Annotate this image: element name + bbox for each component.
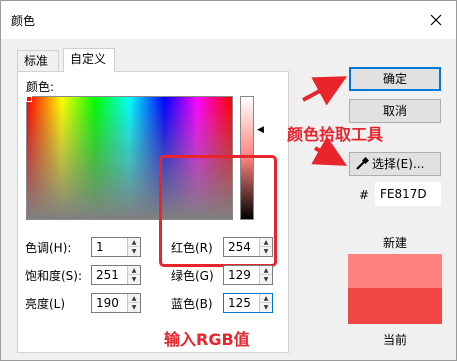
title-bar: 颜色: [1, 1, 456, 39]
color-dialog: 颜色 标准 自定义 颜色: ◀ 色调(H): 1 ▲ ▼ 饱和度(S): 251…: [0, 0, 457, 361]
select-button-label: 选择(E)...: [372, 157, 425, 171]
green-input[interactable]: 129 ▲ ▼: [223, 265, 273, 285]
spin-up-icon[interactable]: ▲: [260, 294, 272, 303]
spin-up-icon[interactable]: ▲: [128, 238, 140, 247]
luminance-spinner[interactable]: ▲ ▼: [127, 294, 140, 312]
hex-prefix: #: [359, 188, 370, 202]
new-color-swatch: [348, 254, 442, 288]
saturation-value: 251: [96, 268, 119, 282]
saturation-label: 饱和度(S):: [25, 269, 83, 283]
spectrum-crosshair[interactable]: [26, 96, 32, 102]
hue-value: 1: [96, 240, 104, 254]
hex-value: FE817D: [380, 187, 427, 201]
red-label: 红色(R): [171, 241, 213, 255]
blue-input[interactable]: 125 ▲ ▼: [223, 293, 273, 313]
current-color-label: 当前: [383, 333, 408, 347]
rgb-input-annotation: 输入RGB值: [164, 330, 250, 349]
select-color-button[interactable]: 选择(E)...: [349, 152, 441, 176]
picker-tool-annotation: 颜色拾取工具: [287, 125, 384, 144]
tab-custom[interactable]: 自定义: [63, 48, 115, 72]
eyedropper-icon: [356, 157, 369, 170]
spin-down-icon[interactable]: ▼: [260, 275, 272, 284]
spin-up-icon[interactable]: ▲: [260, 266, 272, 275]
ok-button[interactable]: 确定: [349, 67, 441, 91]
spin-down-icon[interactable]: ▼: [260, 247, 272, 256]
spin-down-icon[interactable]: ▼: [128, 247, 140, 256]
spin-down-icon[interactable]: ▼: [260, 303, 272, 312]
tab-standard[interactable]: 标准: [17, 50, 59, 72]
slider-arrow-icon[interactable]: ◀: [257, 125, 264, 135]
hue-label: 色调(H):: [25, 241, 72, 255]
hex-input[interactable]: FE817D: [375, 182, 441, 206]
spin-up-icon[interactable]: ▲: [128, 266, 140, 275]
blue-value: 125: [228, 296, 251, 310]
green-label: 绿色(G): [171, 269, 214, 283]
luminance-value: 190: [96, 296, 119, 310]
cancel-button[interactable]: 取消: [349, 99, 441, 123]
hue-input[interactable]: 1 ▲ ▼: [91, 237, 141, 257]
close-icon: [430, 14, 442, 26]
new-color-label: 新建: [383, 236, 408, 250]
luminance-input[interactable]: 190 ▲ ▼: [91, 293, 141, 313]
saturation-input[interactable]: 251 ▲ ▼: [91, 265, 141, 285]
red-value: 254: [228, 240, 251, 254]
window-title: 颜色: [11, 14, 36, 28]
current-color-swatch: [348, 288, 442, 324]
red-spinner[interactable]: ▲ ▼: [259, 238, 272, 256]
saturation-spinner[interactable]: ▲ ▼: [127, 266, 140, 284]
spin-down-icon[interactable]: ▼: [128, 303, 140, 312]
close-button[interactable]: [421, 7, 451, 33]
red-input[interactable]: 254 ▲ ▼: [223, 237, 273, 257]
spin-down-icon[interactable]: ▼: [128, 275, 140, 284]
blue-spinner[interactable]: ▲ ▼: [259, 294, 272, 312]
green-value: 129: [228, 268, 251, 282]
spin-up-icon[interactable]: ▲: [128, 294, 140, 303]
luminance-label: 亮度(L): [25, 297, 66, 311]
color-label: 颜色:: [26, 80, 55, 94]
blue-label: 蓝色(B): [171, 297, 213, 311]
green-spinner[interactable]: ▲ ▼: [259, 266, 272, 284]
spin-up-icon[interactable]: ▲: [260, 238, 272, 247]
hue-spinner[interactable]: ▲ ▼: [127, 238, 140, 256]
